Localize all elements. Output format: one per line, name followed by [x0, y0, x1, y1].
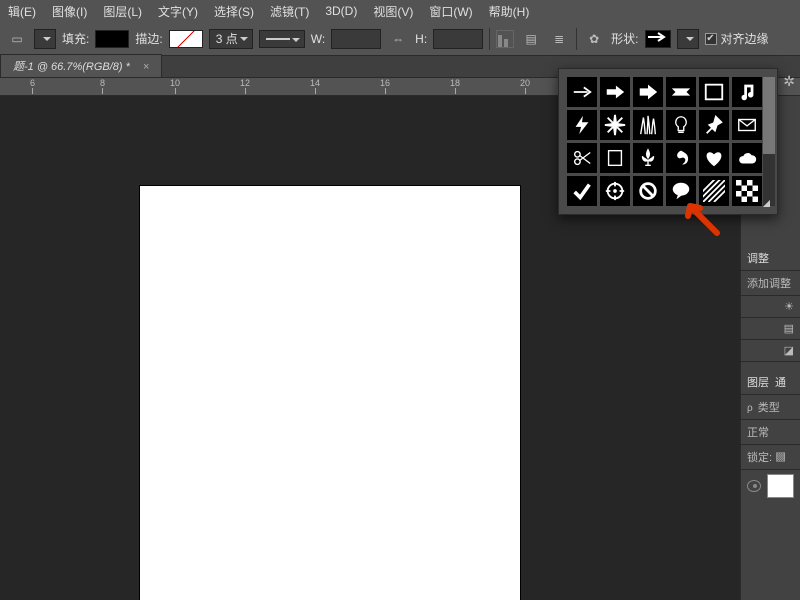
width-label: W:: [311, 32, 325, 46]
more-adjust-icon[interactable]: ◪: [784, 345, 794, 357]
shape-cloud[interactable]: [732, 143, 762, 173]
brightness-icon[interactable]: ☀: [784, 301, 794, 313]
align-edges-checkbox[interactable]: 对齐边缘: [705, 30, 769, 47]
menu-select[interactable]: 选择(S): [206, 0, 262, 23]
annotation-arrow-icon: [682, 200, 722, 236]
shape-fleur[interactable]: [633, 143, 663, 173]
shape-rectangle-outline[interactable]: [600, 143, 630, 173]
shape-grass[interactable]: [633, 110, 663, 140]
menu-text[interactable]: 文字(Y): [150, 0, 206, 23]
shape-preview[interactable]: [645, 30, 671, 48]
blend-mode-dropdown[interactable]: 正常: [741, 420, 800, 445]
shape-heart[interactable]: [699, 143, 729, 173]
picker-menu-icon[interactable]: ✲: [783, 73, 795, 90]
fill-label: 填充:: [62, 30, 89, 47]
layer-row[interactable]: [741, 470, 800, 502]
shape-starburst[interactable]: [600, 110, 630, 140]
shape-dropdown-button[interactable]: [677, 29, 699, 49]
height-label: H:: [415, 32, 427, 46]
close-tab-icon[interactable]: ×: [143, 61, 149, 73]
menu-help[interactable]: 帮助(H): [481, 0, 538, 23]
canvas[interactable]: [140, 186, 520, 600]
custom-shape-picker[interactable]: ✲: [558, 68, 778, 215]
layer-thumbnail[interactable]: [767, 474, 794, 498]
tool-preset-icon[interactable]: ▭: [6, 28, 28, 50]
stroke-width-dropdown[interactable]: 3 点: [209, 29, 253, 49]
menu-3d[interactable]: 3D(D): [317, 1, 365, 21]
fill-swatch[interactable]: [95, 30, 129, 48]
lock-label: 锁定:: [747, 452, 772, 464]
shape-check[interactable]: [567, 176, 597, 206]
tool-preset-dropdown[interactable]: [34, 29, 56, 49]
shape-bulb[interactable]: [666, 110, 696, 140]
shape-grid: [567, 77, 769, 206]
path-align-icon[interactable]: ▤: [520, 28, 542, 50]
path-ops[interactable]: [496, 30, 514, 48]
shape-banner[interactable]: [666, 77, 696, 107]
shape-arrow-bold[interactable]: [600, 77, 630, 107]
shape-swirl[interactable]: [666, 143, 696, 173]
layers-tab[interactable]: 图层: [747, 374, 769, 390]
stroke-swatch[interactable]: [169, 30, 203, 48]
picker-scrollbar[interactable]: [763, 77, 775, 206]
shape-lightning[interactable]: [567, 110, 597, 140]
shape-pin[interactable]: [699, 110, 729, 140]
align-edges-label: 对齐边缘: [721, 30, 769, 47]
levels-icon[interactable]: ▤: [784, 323, 794, 335]
shape-checker[interactable]: [732, 176, 762, 206]
menu-bar: 辑(E) 图像(I) 图层(L) 文字(Y) 选择(S) 滤镜(T) 3D(D)…: [0, 0, 800, 22]
shape-frame[interactable]: [699, 77, 729, 107]
gear-icon[interactable]: ✿: [583, 28, 605, 50]
shape-music-note[interactable]: [732, 77, 762, 107]
add-adjustment-label: 添加调整: [741, 271, 800, 296]
shape-envelope[interactable]: [732, 110, 762, 140]
stroke-style-dropdown[interactable]: [259, 30, 305, 48]
menu-view[interactable]: 视图(V): [365, 0, 421, 23]
path-arrange-icon[interactable]: ≣: [548, 28, 570, 50]
stroke-label: 描边:: [135, 30, 162, 47]
height-field[interactable]: [433, 29, 483, 49]
menu-image[interactable]: 图像(I): [44, 0, 95, 23]
options-bar: ▭ 填充: 描边: 3 点 W: ⇔ H: ▤ ≣ ✿ 形状: 对齐边缘: [0, 22, 800, 56]
menu-layer[interactable]: 图层(L): [95, 0, 150, 23]
adjustments-tab[interactable]: 调整: [747, 250, 769, 266]
shape-no-sign[interactable]: [633, 176, 663, 206]
visibility-icon[interactable]: [747, 480, 761, 492]
checkbox-icon: [705, 33, 717, 45]
menu-filter[interactable]: 滤镜(T): [262, 0, 317, 23]
shape-label: 形状:: [611, 30, 638, 47]
shape-arrow-block[interactable]: [633, 77, 663, 107]
channels-tab[interactable]: 通: [775, 374, 786, 390]
menu-edit[interactable]: 辑(E): [0, 0, 44, 23]
shape-crosshair[interactable]: [600, 176, 630, 206]
document-title: 题-1 @ 66.7%(RGB/8) *: [13, 61, 130, 73]
width-field[interactable]: [331, 29, 381, 49]
shape-scissors[interactable]: [567, 143, 597, 173]
document-tab[interactable]: 题-1 @ 66.7%(RGB/8) * ×: [0, 54, 162, 77]
lock-pixels-icon[interactable]: ▩: [775, 452, 786, 464]
link-wh-icon[interactable]: ⇔: [387, 28, 409, 50]
layer-kind-label[interactable]: 类型: [758, 402, 780, 414]
menu-window[interactable]: 窗口(W): [421, 0, 480, 23]
shape-arrow-thin[interactable]: [567, 77, 597, 107]
